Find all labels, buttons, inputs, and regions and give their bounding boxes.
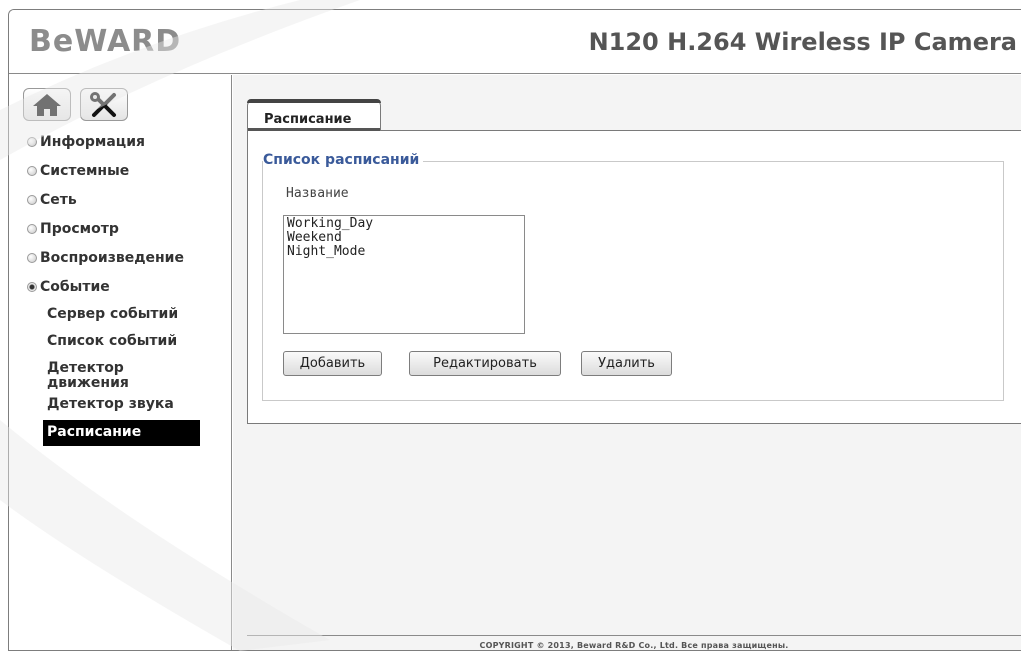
brand-logo: BeWARD	[29, 24, 182, 59]
home-icon	[33, 93, 61, 116]
list-item[interactable]: Night_Mode	[287, 245, 521, 259]
add-button[interactable]: Добавить	[283, 351, 382, 376]
footer-divider	[247, 635, 1021, 636]
list-item[interactable]: Weekend	[287, 231, 521, 245]
main-content: Расписание Список расписаний Название Wo…	[233, 75, 1021, 650]
bullet-icon	[27, 194, 37, 205]
nav-item-info[interactable]: Информация	[27, 127, 227, 156]
product-title: N120 H.264 Wireless IP Camera	[588, 28, 1017, 56]
sub-item-schedule[interactable]: Расписание	[43, 420, 200, 446]
bullet-icon	[27, 223, 37, 234]
schedule-panel: Список расписаний Название Working_Day W…	[247, 130, 1021, 424]
nav-item-label: Информация	[40, 133, 145, 150]
sidebar: Информация Системные Сеть Просмотр Воспр…	[9, 75, 232, 650]
nav-item-view[interactable]: Просмотр	[27, 214, 227, 243]
group-legend: Список расписаний	[263, 152, 424, 168]
bullet-open-icon	[27, 281, 37, 292]
home-button[interactable]	[23, 88, 71, 121]
nav-item-system[interactable]: Системные	[27, 156, 227, 185]
tab-label: Расписание	[264, 112, 352, 127]
nav-menu: Информация Системные Сеть Просмотр Воспр…	[27, 127, 227, 446]
edit-button[interactable]: Редактировать	[409, 351, 561, 376]
sub-item-event-list[interactable]: Список событий	[47, 328, 227, 355]
delete-button[interactable]: Удалить	[581, 351, 672, 376]
sub-item-event-server[interactable]: Сервер событий	[47, 301, 227, 328]
bullet-icon	[27, 252, 37, 263]
nav-item-label: Воспроизведение	[40, 249, 184, 266]
settings-button[interactable]	[80, 88, 128, 121]
nav-item-event[interactable]: Событие	[27, 272, 227, 301]
nav-item-label: Просмотр	[40, 220, 119, 237]
nav-item-label: Системные	[40, 162, 130, 179]
app-frame: BeWARD N120 H.264 Wireless IP Camera Инф…	[8, 9, 1021, 651]
bullet-icon	[27, 136, 37, 147]
icon-toolbar	[23, 88, 128, 121]
header: BeWARD N120 H.264 Wireless IP Camera	[9, 10, 1021, 74]
copyright: COPYRIGHT © 2013, Beward R&D Co., Ltd. В…	[479, 641, 789, 650]
sub-item-sound-detector[interactable]: Детектор звука	[47, 397, 227, 418]
list-item[interactable]: Working_Day	[287, 217, 521, 231]
schedule-list-group: Список расписаний Название Working_Day W…	[262, 152, 1004, 401]
nav-item-label: Сеть	[40, 191, 77, 208]
event-submenu: Сервер событий Список событий Детектор д…	[43, 301, 227, 446]
nav-item-label: Событие	[40, 278, 110, 295]
tools-icon	[90, 91, 116, 117]
schedule-listbox[interactable]: Working_Day Weekend Night_Mode	[283, 215, 525, 334]
bullet-icon	[27, 165, 37, 176]
sub-item-motion-detector[interactable]: Детектор движения	[47, 355, 197, 397]
column-label-name: Название	[286, 186, 349, 201]
nav-item-playback[interactable]: Воспроизведение	[27, 243, 227, 272]
tab-schedule[interactable]: Расписание	[247, 99, 381, 131]
nav-item-network[interactable]: Сеть	[27, 185, 227, 214]
